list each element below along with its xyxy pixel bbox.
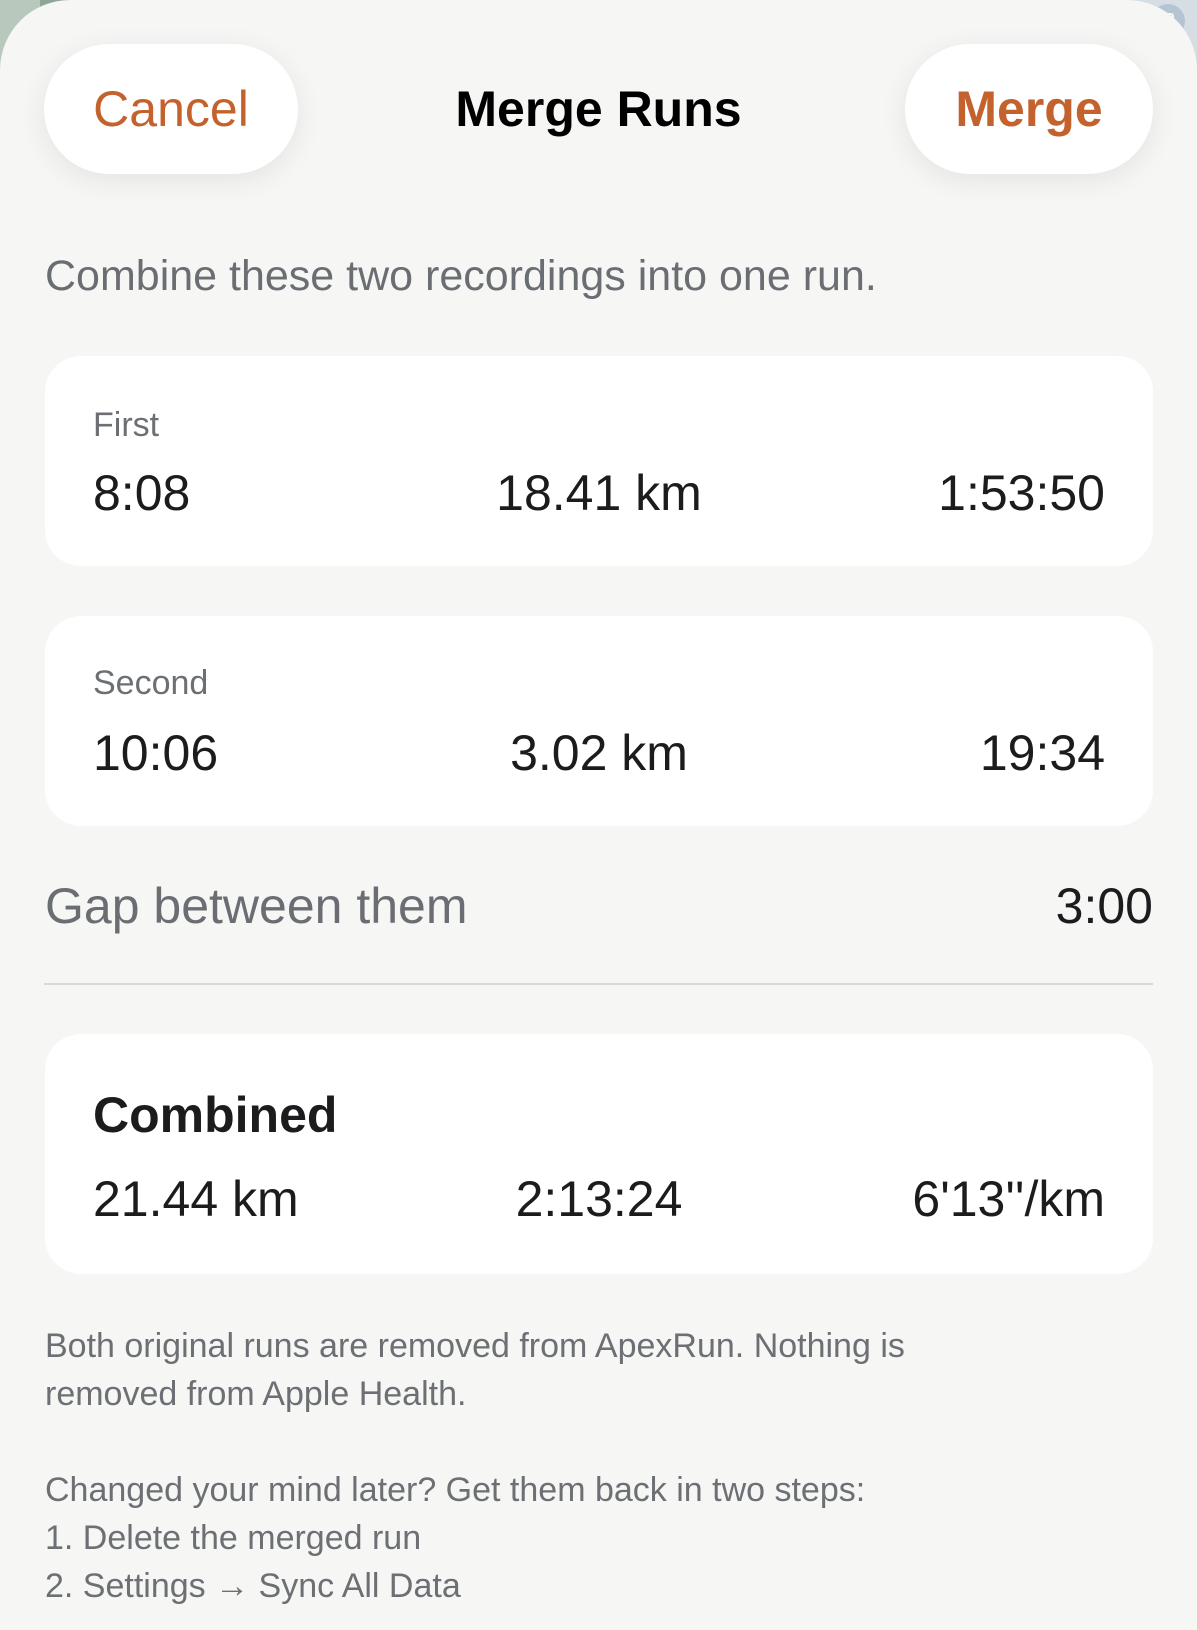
first-run-label: First <box>93 406 160 444</box>
removal-note-line: Both original runs are removed from Apex… <box>45 1327 905 1365</box>
combined-card: Combined 21.44 km 2:13:24 6'13''/km <box>45 1034 1153 1274</box>
first-run-duration: 1:53:50 <box>938 465 1105 521</box>
restore-step-2: 2. Settings → Sync All Data <box>45 1567 461 1605</box>
sheet-header: Merge Runs Cancel Merge <box>0 44 1197 174</box>
second-run-duration: 19:34 <box>979 725 1105 781</box>
removal-note: Both original runs are removed from Apex… <box>45 1322 1105 1418</box>
gap-value: 3:00 <box>1055 878 1153 934</box>
section-divider <box>44 983 1153 985</box>
restore-note: Changed your mind later? Get them back i… <box>45 1466 1105 1610</box>
cancel-button[interactable]: Cancel <box>44 44 298 174</box>
second-run-card: Second 10:06 3.02 km 19:34 <box>45 616 1153 826</box>
removal-note-line: removed from Apple Health. <box>45 1375 467 1413</box>
restore-step-1: 1. Delete the merged run <box>45 1519 422 1557</box>
first-run-card: First 8:08 18.41 km 1:53:50 <box>45 356 1153 566</box>
intro-text: Combine these two recordings into one ru… <box>45 252 877 300</box>
restore-note-intro: Changed your mind later? Get them back i… <box>45 1471 866 1509</box>
combined-pace: 6'13''/km <box>912 1171 1105 1227</box>
second-run-label: Second <box>93 664 209 702</box>
merge-runs-sheet: Merge Runs Cancel Merge Combine these tw… <box>0 0 1197 1630</box>
gap-label: Gap between them <box>45 878 468 934</box>
combined-title: Combined <box>93 1087 338 1143</box>
merge-button[interactable]: Merge <box>905 44 1153 174</box>
